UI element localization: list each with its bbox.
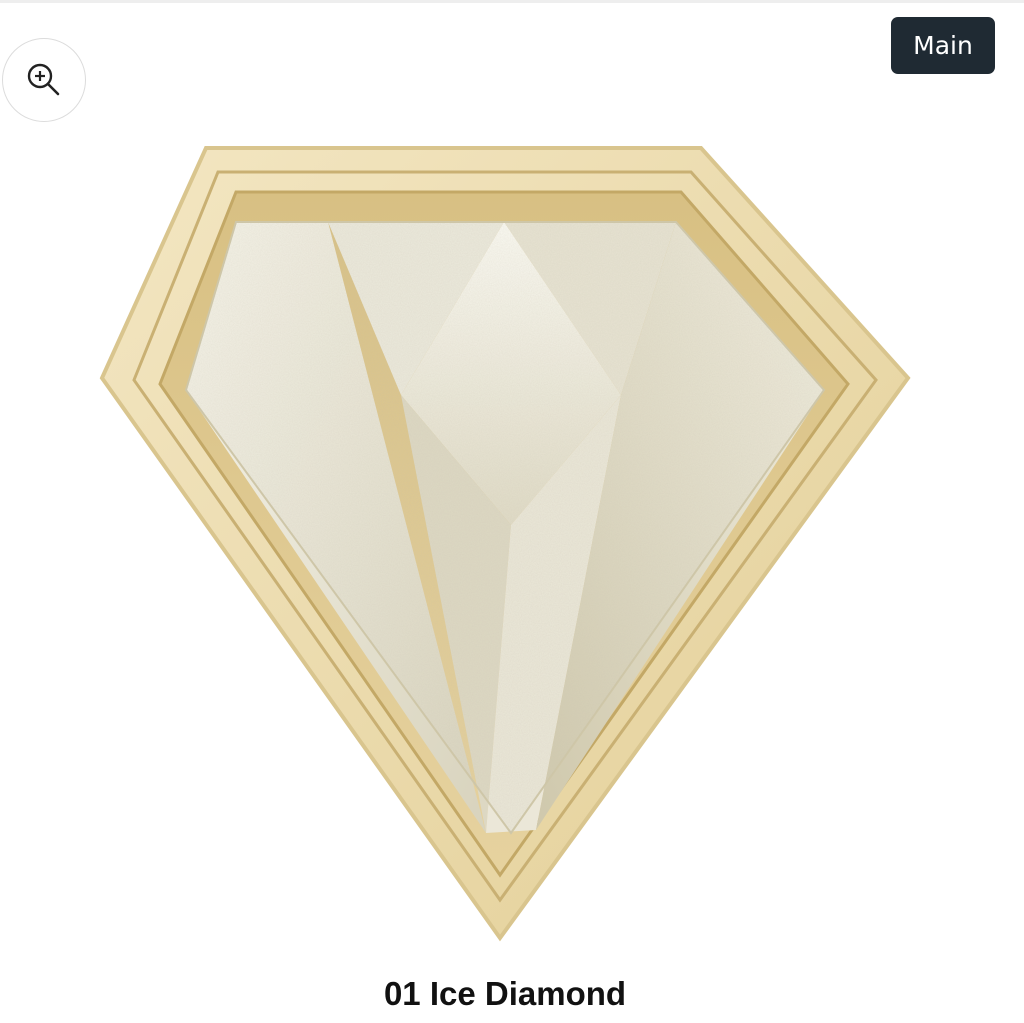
product-gallery: Main 01 Ice Diamond xyxy=(0,0,1024,1023)
product-caption: 01 Ice Diamond xyxy=(383,975,627,1012)
product-image xyxy=(96,140,916,950)
main-image-badge[interactable]: Main xyxy=(891,17,995,74)
powder-pan xyxy=(184,221,826,835)
top-divider xyxy=(0,0,1024,3)
diamond-highlighter-illustration xyxy=(99,146,911,942)
zoom-button[interactable] xyxy=(2,38,86,122)
zoom-in-icon xyxy=(25,61,63,99)
